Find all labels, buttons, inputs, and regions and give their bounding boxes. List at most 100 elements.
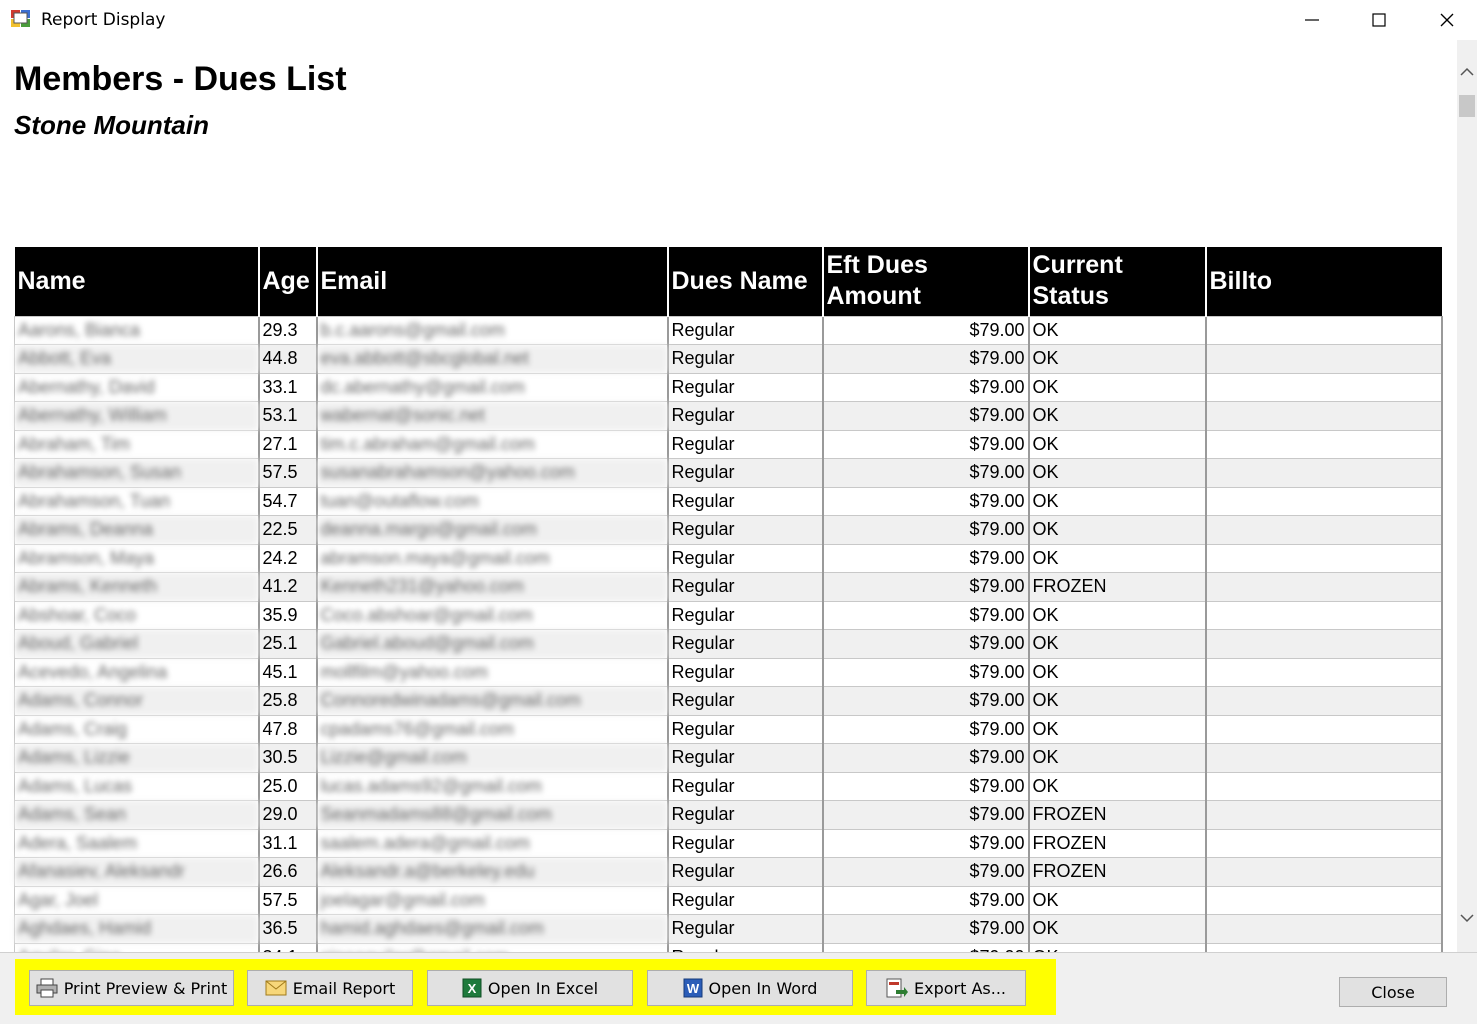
- export-icon: [886, 978, 908, 998]
- cell-dues-name: Regular: [667, 686, 824, 716]
- cell-email: Seanmadams88@gmail.com: [316, 800, 669, 830]
- minimize-icon: [1305, 19, 1319, 21]
- cell-status: OK: [1028, 486, 1207, 516]
- cell-eft-amount: $79.00: [822, 857, 1030, 887]
- cell-eft-amount: $79.00: [822, 458, 1030, 488]
- cell-status: OK: [1028, 771, 1207, 801]
- table-row: Adera, Saalem 31.1 saalem.adera@gmail.com R…: [14, 828, 1443, 858]
- cell-billto: [1205, 800, 1443, 830]
- cell-status: OK: [1028, 914, 1207, 944]
- close-icon: [1440, 13, 1454, 27]
- open-excel-label: Open In Excel: [487, 978, 599, 998]
- close-window-button[interactable]: [1413, 0, 1477, 40]
- cell-eft-amount: $79.00: [822, 885, 1030, 915]
- cell-name: Aboud, Gabriel: [14, 629, 260, 659]
- cell-name: Aguilar, Gina: [14, 942, 260, 952]
- cell-email: eva.abbott@sbcglobal.net: [316, 344, 669, 374]
- cell-status: OK: [1028, 714, 1207, 744]
- cell-dues-name: Regular: [667, 885, 824, 915]
- cell-age: 47.8: [258, 714, 318, 744]
- dues-table: Name Age Email Dues Name Eft Dues Amount…: [14, 247, 1443, 952]
- cell-status: OK: [1028, 743, 1207, 773]
- cell-email: mollfilm@yahoo.com: [316, 657, 669, 687]
- cell-name: Afanasiev, Aleksandr: [14, 857, 260, 887]
- export-as-button[interactable]: Export As...: [866, 970, 1026, 1006]
- cell-name: Adams, Connor: [14, 686, 260, 716]
- table-row: Abernathy, William 53.1 wabernat@sonic.net…: [14, 401, 1443, 431]
- cell-age: 36.5: [258, 914, 318, 944]
- cell-status: OK: [1028, 543, 1207, 573]
- cell-name: Abbott, Eva: [14, 344, 260, 374]
- scroll-thumb[interactable]: [1459, 95, 1475, 117]
- table-header-row: Name Age Email Dues Name Eft Dues Amount…: [14, 247, 1442, 316]
- vertical-scrollbar[interactable]: [1457, 40, 1477, 952]
- table-row: Abshoar, Coco 35.9 Coco.abshoar@gmail.com R…: [14, 600, 1443, 630]
- scroll-up-icon[interactable]: [1457, 62, 1477, 82]
- cell-eft-amount: $79.00: [822, 686, 1030, 716]
- envelope-icon: [265, 980, 287, 996]
- cell-billto: [1205, 372, 1443, 402]
- cell-email: Gabriel.aboud@gmail.com: [316, 629, 669, 659]
- cell-eft-amount: $79.00: [822, 315, 1030, 345]
- cell-billto: [1205, 600, 1443, 630]
- cell-email: dc.abernathy@gmail.com: [316, 372, 669, 402]
- column-header-age: Age: [257, 247, 317, 316]
- cell-dues-name: Regular: [667, 315, 824, 345]
- cell-status: OK: [1028, 372, 1207, 402]
- cell-email: cpadams76@gmail.com: [316, 714, 669, 744]
- cell-age: 33.1: [258, 372, 318, 402]
- cell-eft-amount: $79.00: [822, 515, 1030, 545]
- cell-eft-amount: $79.00: [822, 657, 1030, 687]
- cell-billto: [1205, 657, 1443, 687]
- table-row: Abernathy, David 33.1 dc.abernathy@gmail.c…: [14, 372, 1443, 402]
- close-label: Close: [1371, 982, 1415, 1002]
- cell-eft-amount: $79.00: [822, 800, 1030, 830]
- cell-status: OK: [1028, 657, 1207, 687]
- cell-dues-name: Regular: [667, 743, 824, 773]
- maximize-button[interactable]: [1345, 0, 1413, 40]
- word-icon: W: [683, 978, 703, 998]
- cell-status: OK: [1028, 401, 1207, 431]
- scroll-down-icon[interactable]: [1457, 908, 1477, 928]
- cell-name: Abernathy, David: [14, 372, 260, 402]
- minimize-button[interactable]: [1278, 0, 1346, 40]
- cell-email: Kenneth231@yahoo.com: [316, 572, 669, 602]
- cell-billto: [1205, 315, 1443, 345]
- window-title: Report Display: [41, 10, 166, 30]
- cell-eft-amount: $79.00: [822, 942, 1030, 952]
- cell-email: susanabrahamson@yahoo.com: [316, 458, 669, 488]
- cell-email: abramson.maya@gmail.com: [316, 543, 669, 573]
- cell-status: FROZEN: [1028, 800, 1207, 830]
- email-report-button[interactable]: Email Report: [247, 970, 413, 1006]
- cell-email: tuan@outaflow.com: [316, 486, 669, 516]
- cell-eft-amount: $79.00: [822, 429, 1030, 459]
- cell-eft-amount: $79.00: [822, 486, 1030, 516]
- print-preview-label: Print Preview & Print: [63, 978, 228, 998]
- cell-eft-amount: $79.00: [822, 572, 1030, 602]
- svg-text:X: X: [468, 981, 477, 996]
- cell-email: tim.c.abraham@gmail.com: [316, 429, 669, 459]
- cell-dues-name: Regular: [667, 429, 824, 459]
- table-row: Adams, Lizzie 30.5 Lizzie@gmail.com Regular…: [14, 743, 1443, 773]
- cell-status: OK: [1028, 885, 1207, 915]
- close-button[interactable]: Close: [1339, 977, 1447, 1007]
- report-view: Members - Dues List Stone Mountain Name …: [0, 40, 1457, 952]
- cell-name: Agar, Joel: [14, 885, 260, 915]
- cell-billto: [1205, 714, 1443, 744]
- cell-dues-name: Regular: [667, 942, 824, 952]
- open-excel-button[interactable]: X Open In Excel: [427, 970, 633, 1006]
- open-word-button[interactable]: W Open In Word: [647, 970, 853, 1006]
- cell-age: 25.8: [258, 686, 318, 716]
- column-header-billto: Billto: [1204, 247, 1442, 316]
- cell-billto: [1205, 401, 1443, 431]
- cell-age: 25.0: [258, 771, 318, 801]
- cell-status: OK: [1028, 515, 1207, 545]
- print-preview-button[interactable]: Print Preview & Print: [29, 970, 234, 1006]
- cell-name: Adams, Sean: [14, 800, 260, 830]
- cell-billto: [1205, 572, 1443, 602]
- table-row: Abraham, Tim 27.1 tim.c.abraham@gmail.com R…: [14, 429, 1443, 459]
- cell-eft-amount: $79.00: [822, 771, 1030, 801]
- cell-email: Lizzie@gmail.com: [316, 743, 669, 773]
- cell-age: 54.7: [258, 486, 318, 516]
- cell-billto: [1205, 771, 1443, 801]
